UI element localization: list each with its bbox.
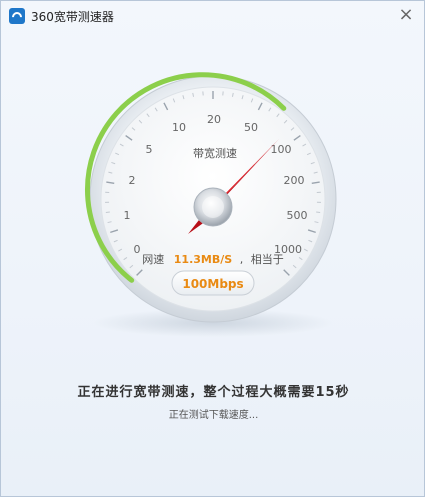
scale-label-1: 1 <box>124 209 131 222</box>
equivalent-speed-value: 100Mbps <box>182 277 243 291</box>
scale-label-500: 500 <box>287 209 308 222</box>
scale-label-10: 10 <box>172 121 186 134</box>
status-main-text: 正在进行宽带测速，整个过程大概需要15秒 <box>77 385 350 400</box>
speed-gauge: 0 1 2 5 10 20 50 100 200 500 1000 带宽测速 网… <box>84 72 337 337</box>
scale-label-0: 0 <box>134 243 141 256</box>
scale-label-50: 50 <box>244 121 258 134</box>
app-window: 360宽带测速器 × 0 1 2 5 10 20 50 100 200 500 … <box>0 0 425 497</box>
net-speed-suffix: 相当于 <box>251 252 284 266</box>
scale-label-100: 100 <box>271 143 292 156</box>
svg-text:网速 11.3MB/S ,: 网速 11.3MB/S , 相当于 <box>142 252 283 266</box>
net-speed-value: 11.3MB/S <box>174 253 232 266</box>
gauge-tick <box>316 211 321 214</box>
gauge-center-label: 带宽测速 <box>193 146 237 160</box>
scale-label-200: 200 <box>284 174 305 187</box>
status-sub-text: 正在测试下载速度... <box>168 410 259 421</box>
scale-label-5: 5 <box>146 143 153 156</box>
scale-label-20: 20 <box>207 113 221 126</box>
scale-label-2: 2 <box>129 174 136 187</box>
gauge-tick <box>105 211 110 214</box>
net-speed-prefix: 网速 <box>142 253 164 266</box>
